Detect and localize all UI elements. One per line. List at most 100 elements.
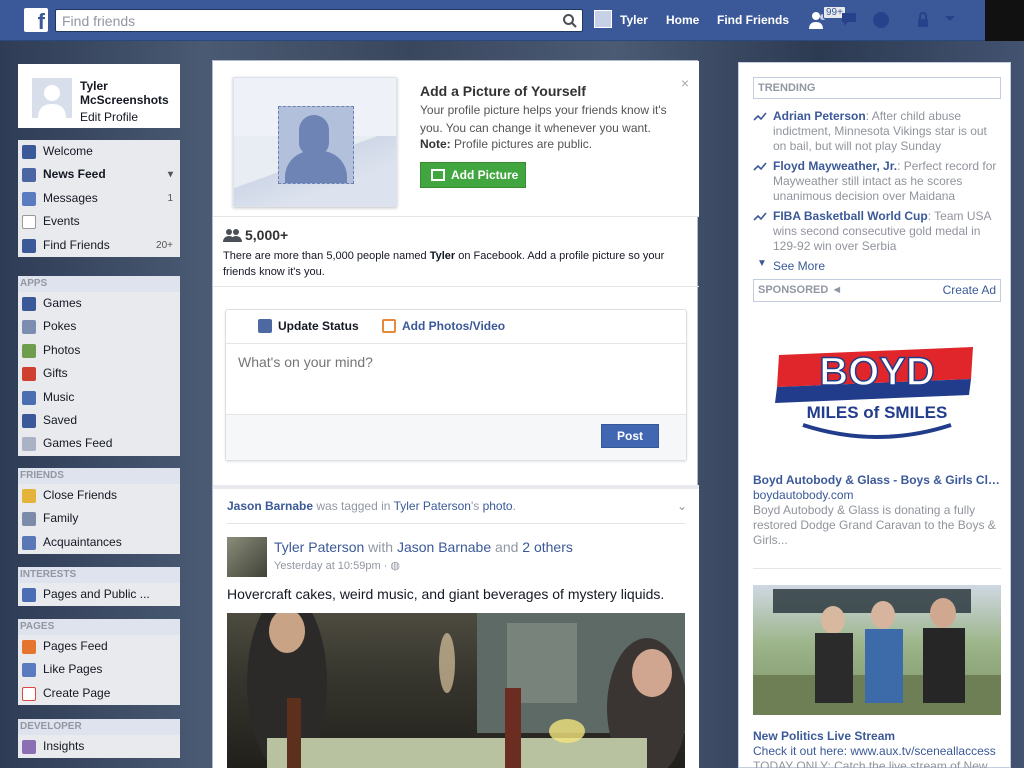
tagger-link[interactable]: Jason Barnabe [227,499,313,513]
nav-item-find-friends[interactable]: Find Friends 20+ [18,234,180,257]
story-header: Jason Barnabe was tagged in Tyler Paters… [227,499,516,513]
privacy-lock-icon[interactable] [915,10,935,30]
ad-domain[interactable]: Check it out here: www.aux.tv/sceneallac… [753,744,996,758]
story-options-chevron-icon[interactable]: ⌄ [677,499,687,513]
ad-title[interactable]: Boyd Autobody & Glass - Boys & Girls Clu… [753,473,1003,487]
nav-apps: APPS Games Pokes Photos Gifts Music Save… [18,276,180,456]
pages-header: PAGES [18,619,180,635]
story-author-line: Tyler Paterson with Jason Barnabe and 2 … [274,539,573,555]
home-link[interactable]: Home [666,13,699,27]
window-edge [985,0,1024,41]
nav-item-games[interactable]: Games [18,292,180,315]
nav-item-pages-feed[interactable]: Pages Feed [18,635,180,658]
pencil-icon [258,319,272,333]
games-icon [22,297,36,311]
nav-item-photos[interactable]: Photos [18,339,180,362]
author-avatar[interactable] [227,537,267,577]
tab-update-status[interactable]: Update Status [258,319,359,333]
interests-header: INTERESTS [18,567,180,583]
ad-divider [753,568,1001,569]
left-sidebar: Tyler McScreenshots Edit Profile Welcome… [14,58,180,768]
chevron-down-icon[interactable]: ▾ [168,163,173,186]
add-picture-button[interactable]: Add Picture [420,162,526,188]
acquaintances-icon [22,535,36,550]
profile-picture-placeholder[interactable] [233,77,397,207]
user-avatar[interactable] [594,10,612,28]
trending-item[interactable]: Adrian Peterson: After child abuse indic… [753,109,1003,154]
nav-item-news-feed[interactable]: News Feed ▾ [18,163,180,186]
nav-item-family[interactable]: Family [18,507,180,530]
ad-domain[interactable]: boydautobody.com [753,488,854,502]
facebook-logo-icon[interactable]: f [24,8,48,34]
pages-public-icon [22,588,36,602]
pokes-icon [22,320,36,335]
profile-name[interactable]: Tyler McScreenshots [80,79,180,107]
top-bar: f Tyler Home Find Friends 99+ [0,0,985,41]
composer-footer: Post [226,414,686,460]
new-politics-ad-image[interactable] [753,585,1001,715]
ad-description: TODAY ONLY: Catch the live stream of New [753,759,988,768]
with-person-link[interactable]: Jason Barnabe [397,539,491,555]
see-more-link[interactable]: ▼ See More [757,258,825,273]
photo-link[interactable]: photo [483,499,513,513]
nav-item-games-feed[interactable]: Games Feed [18,432,180,455]
owner-link[interactable]: Tyler Paterson [394,499,471,513]
trending-arrow-icon [753,112,767,121]
nav-item-pokes[interactable]: Pokes [18,315,180,338]
nav-item-music[interactable]: Music [18,386,180,409]
tab-add-photos[interactable]: Add Photos/Video [382,319,505,333]
trending-arrow-icon [753,162,767,171]
profile-avatar[interactable] [32,78,72,118]
story-photo-scene [247,613,685,768]
create-ad-link[interactable]: Create Ad [943,280,996,301]
notifications-globe-icon[interactable] [871,10,891,30]
status-input[interactable] [238,354,668,370]
add-picture-note: Note: Profile pictures are public. [420,137,593,151]
edit-profile-link[interactable]: Edit Profile [80,110,138,124]
post-button[interactable]: Post [601,424,659,448]
search-input[interactable] [56,10,546,31]
status-composer: Update Status Add Photos/Video Post [225,309,687,461]
trending-arrow-icon [753,212,767,221]
nav-item-messages[interactable]: Messages 1 [18,187,180,210]
gifts-icon [22,367,36,382]
account-menu-chevron-icon[interactable] [944,15,956,23]
people-icon [223,229,242,242]
story-timestamp[interactable]: Yesterday at 10:59pm · ◍ [274,559,400,572]
trending-item[interactable]: FIBA Basketball World Cup: Team USA wins… [753,209,1003,254]
nav-item-welcome[interactable]: Welcome [18,140,180,163]
saved-icon [22,413,36,428]
messages-icon[interactable] [840,10,862,30]
nav-item-insights[interactable]: Insights [18,735,180,758]
boyd-ad-image[interactable]: BOYD MILES of SMILES [753,317,1001,467]
friends-header: FRIENDS [18,468,180,484]
story-photo[interactable] [227,613,685,768]
nav-item-events[interactable]: Events [18,210,180,233]
others-link[interactable]: 2 others [522,539,573,555]
news-feed-column: Add a Picture of Yourself Your profile p… [212,60,699,768]
trending-header: TRENDING [753,77,1001,99]
ad-title[interactable]: New Politics Live Stream [753,729,1003,743]
search-icon[interactable] [562,13,578,29]
nav-item-create-page[interactable]: Create Page [18,682,180,705]
profile-link[interactable]: Tyler [620,13,648,27]
find-friends-count: 20+ [156,239,173,251]
nav-developer: DEVELOPER Insights [18,719,180,759]
close-icon[interactable]: × [681,75,689,91]
nav-interests: INTERESTS Pages and Public ... [18,567,180,607]
nav-item-gifts[interactable]: Gifts [18,362,180,385]
author-link[interactable]: Tyler Paterson [274,539,364,555]
developer-header: DEVELOPER [18,719,180,735]
nav-item-pages-public[interactable]: Pages and Public ... [18,583,180,606]
people-description: There are more than 5,000 people named T… [223,250,665,278]
nav-item-acquaintances[interactable]: Acquaintances [18,531,180,554]
photos-icon [22,343,36,358]
trending-item[interactable]: Floyd Mayweather, Jr.: Perfect record fo… [753,159,1003,204]
photo-icon [382,319,396,333]
events-icon [22,215,36,230]
nav-item-like-pages[interactable]: Like Pages [18,658,180,681]
nav-item-saved[interactable]: Saved [18,409,180,432]
find-friends-link[interactable]: Find Friends [717,13,789,27]
nav-item-close-friends[interactable]: Close Friends [18,484,180,507]
insights-icon [22,740,36,754]
